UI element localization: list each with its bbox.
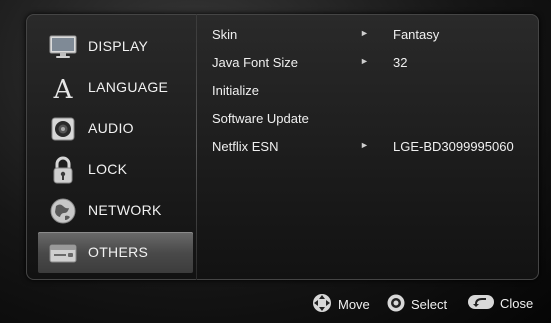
dpad-icon [311, 293, 333, 316]
setting-netflix-esn[interactable]: Netflix ESN ► LGE-BD3099995060 [212, 136, 532, 158]
sidebar-item-label: LANGUAGE [88, 79, 169, 95]
return-button-icon [467, 293, 495, 314]
others-icon [48, 238, 78, 268]
setting-name: Initialize [212, 83, 259, 98]
select-hint: Select [386, 293, 447, 316]
close-label: Close [500, 296, 534, 311]
move-hint: Move [311, 293, 370, 316]
setting-name: Skin [212, 27, 238, 42]
sidebar-item-network[interactable]: NETWORK [34, 190, 192, 231]
sidebar-item-label: NETWORK [88, 202, 162, 218]
sidebar-item-audio[interactable]: AUDIO [34, 108, 192, 149]
arrow-right-icon: ► [360, 140, 369, 150]
setting-value: Fantasy [393, 27, 440, 42]
setting-java-font-size[interactable]: Java Font Size ► 32 [212, 52, 532, 74]
sidebar-item-label: DISPLAY [88, 38, 149, 54]
setting-name: Java Font Size [212, 55, 298, 70]
settings-screen: DISPLAY A LANGUAGE AUDIO LOCK NETWORK OT… [0, 0, 551, 323]
setting-value: 32 [393, 55, 408, 70]
language-icon: A [48, 73, 78, 103]
sidebar-item-language[interactable]: A LANGUAGE [34, 67, 192, 108]
sidebar-item-display[interactable]: DISPLAY [34, 26, 192, 67]
network-icon [48, 196, 78, 226]
setting-software-update[interactable]: Software Update [212, 108, 532, 130]
setting-skin[interactable]: Skin ► Fantasy [212, 24, 532, 46]
audio-icon [48, 114, 78, 144]
enter-button-icon [386, 293, 406, 316]
panel-divider [196, 14, 197, 280]
select-label: Select [411, 297, 448, 312]
footer-hints: Move Select Close [0, 290, 551, 316]
sidebar-item-lock[interactable]: LOCK [34, 149, 192, 190]
sidebar-item-others[interactable]: OTHERS [38, 232, 193, 273]
setting-value: LGE-BD3099995060 [393, 139, 514, 154]
close-hint: Close [467, 293, 533, 314]
sidebar-item-label: AUDIO [88, 120, 134, 136]
sidebar-item-label: LOCK [88, 161, 128, 177]
arrow-right-icon: ► [360, 56, 369, 66]
settings-sidebar: DISPLAY A LANGUAGE AUDIO LOCK NETWORK OT… [34, 20, 193, 274]
setting-initialize[interactable]: Initialize [212, 80, 532, 102]
settings-panel: DISPLAY A LANGUAGE AUDIO LOCK NETWORK OT… [26, 14, 539, 280]
setting-name: Software Update [212, 111, 309, 126]
move-label: Move [338, 297, 370, 312]
svg-text:A: A [53, 75, 74, 103]
sidebar-item-label: OTHERS [88, 244, 149, 260]
lock-icon [48, 155, 78, 185]
setting-name: Netflix ESN [212, 139, 279, 154]
arrow-right-icon: ► [360, 28, 369, 38]
display-icon [48, 32, 78, 62]
